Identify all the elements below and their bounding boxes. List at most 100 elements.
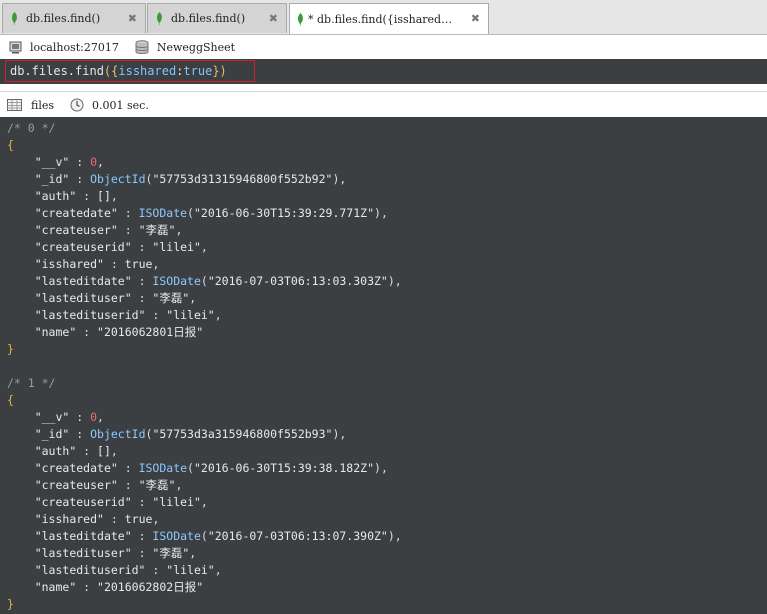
field-value: true [124, 512, 153, 526]
field-value: "57753d31315946800f552b92" [152, 172, 333, 186]
paren: ( [200, 529, 208, 543]
document-index-comment: /* 0 */ [7, 121, 56, 135]
field-colon: : [131, 291, 153, 305]
document-field: "lastedituserid" : "lilei", [7, 307, 767, 324]
field-key: "lastedituserid" [34, 563, 146, 577]
field-key: "lastedituser" [34, 546, 132, 560]
query-tab-1[interactable]: db.files.find() ✖ [2, 3, 146, 33]
query-function: db.files.find [10, 64, 104, 78]
tab-label: db.files.find() [26, 12, 101, 25]
query-input[interactable]: db.files.find({isshared:true}) [5, 60, 255, 82]
query-editor-bar: db.files.find({isshared:true}) [0, 59, 767, 84]
field-colon: : [117, 461, 139, 475]
comma: , [394, 274, 402, 288]
document-close: } [7, 341, 767, 358]
document-field: "lastedituserid" : "lilei", [7, 562, 767, 579]
field-value: "李磊" [138, 478, 176, 492]
field-colon: : [76, 444, 98, 458]
comma: , [110, 444, 118, 458]
close-icon[interactable]: ✖ [471, 12, 480, 25]
document-field: "createdate" : ISODate("2016-06-30T15:39… [7, 460, 767, 477]
document-field: "isshared" : true, [7, 511, 767, 528]
field-value: 0 [90, 155, 98, 169]
comma: , [394, 529, 402, 543]
paren: ) [387, 529, 395, 543]
field-key: "_id" [34, 172, 70, 186]
mongodb-leaf-icon [297, 12, 303, 26]
comma: , [214, 308, 222, 322]
comma: , [152, 512, 160, 526]
field-key: "isshared" [34, 512, 104, 526]
field-colon: : [131, 495, 153, 509]
field-colon: : [69, 410, 91, 424]
table-grid-icon[interactable] [7, 99, 22, 111]
comma: , [189, 291, 197, 305]
server-icon [9, 41, 22, 53]
close-brace: } [7, 597, 14, 611]
field-key: "createdate" [34, 206, 118, 220]
field-colon: : [117, 223, 139, 237]
field-colon: : [131, 274, 153, 288]
document-index-comment: /* 1 */ [7, 376, 56, 390]
document-field: "lasteditdate" : ISODate("2016-07-03T06:… [7, 528, 767, 545]
result-document-viewer[interactable]: /* 0 */ { "__v" : 0, "_id" : ObjectId("57… [0, 117, 767, 614]
field-key: "auth" [34, 444, 77, 458]
field-value: "李磊" [152, 291, 190, 305]
field-colon: : [69, 172, 91, 186]
document-field: "__v" : 0, [7, 409, 767, 426]
server-address[interactable]: localhost:27017 [30, 41, 119, 54]
query-value: true [183, 64, 213, 78]
field-key: "lasteditdate" [34, 529, 132, 543]
close-icon[interactable]: ✖ [269, 12, 278, 25]
query-elapsed-time: 0.001 sec. [92, 98, 149, 112]
comma: , [380, 461, 388, 475]
mongodb-leaf-icon [11, 12, 17, 25]
field-function: ISODate [152, 529, 201, 543]
collection-name: files [31, 98, 55, 112]
field-value: "lilei" [152, 495, 201, 509]
field-key: "name" [34, 325, 77, 339]
query-tab-3-active[interactable]: * db.files.find({isshared… ✖ [289, 3, 489, 34]
field-value: 0 [90, 410, 98, 424]
field-value: [] [97, 444, 111, 458]
query-tab-2[interactable]: db.files.find() ✖ [147, 3, 287, 33]
field-colon: : [145, 563, 167, 577]
tab-label: db.files.find() [171, 12, 246, 25]
comma: , [200, 495, 208, 509]
document-field: "auth" : [], [7, 188, 767, 205]
close-icon[interactable]: ✖ [128, 12, 137, 25]
field-value: "2016-06-30T15:39:38.182Z" [193, 461, 374, 475]
database-icon [135, 39, 149, 54]
database-name[interactable]: NeweggSheet [157, 41, 235, 54]
paren: ( [200, 274, 208, 288]
field-key: "auth" [34, 189, 77, 203]
document-field: "createuser" : "李磊", [7, 222, 767, 239]
field-key: "__v" [34, 155, 70, 169]
field-colon: : [117, 478, 139, 492]
field-key: "createdate" [34, 461, 118, 475]
field-key: "lasteditdate" [34, 274, 132, 288]
field-function: ISODate [138, 206, 188, 220]
open-brace: { [7, 138, 14, 152]
paren: ) [387, 274, 395, 288]
field-key: "createuser" [34, 478, 118, 492]
open-brace: { [7, 393, 14, 407]
document-field: "name" : "2016062802日报" [7, 579, 767, 596]
document-open: { [7, 392, 767, 409]
field-colon: : [103, 512, 125, 526]
result-info-bar: files 0.001 sec. [0, 91, 767, 118]
document-field: "_id" : ObjectId("57753d3a315946800f552b… [7, 426, 767, 443]
comma: , [200, 240, 208, 254]
